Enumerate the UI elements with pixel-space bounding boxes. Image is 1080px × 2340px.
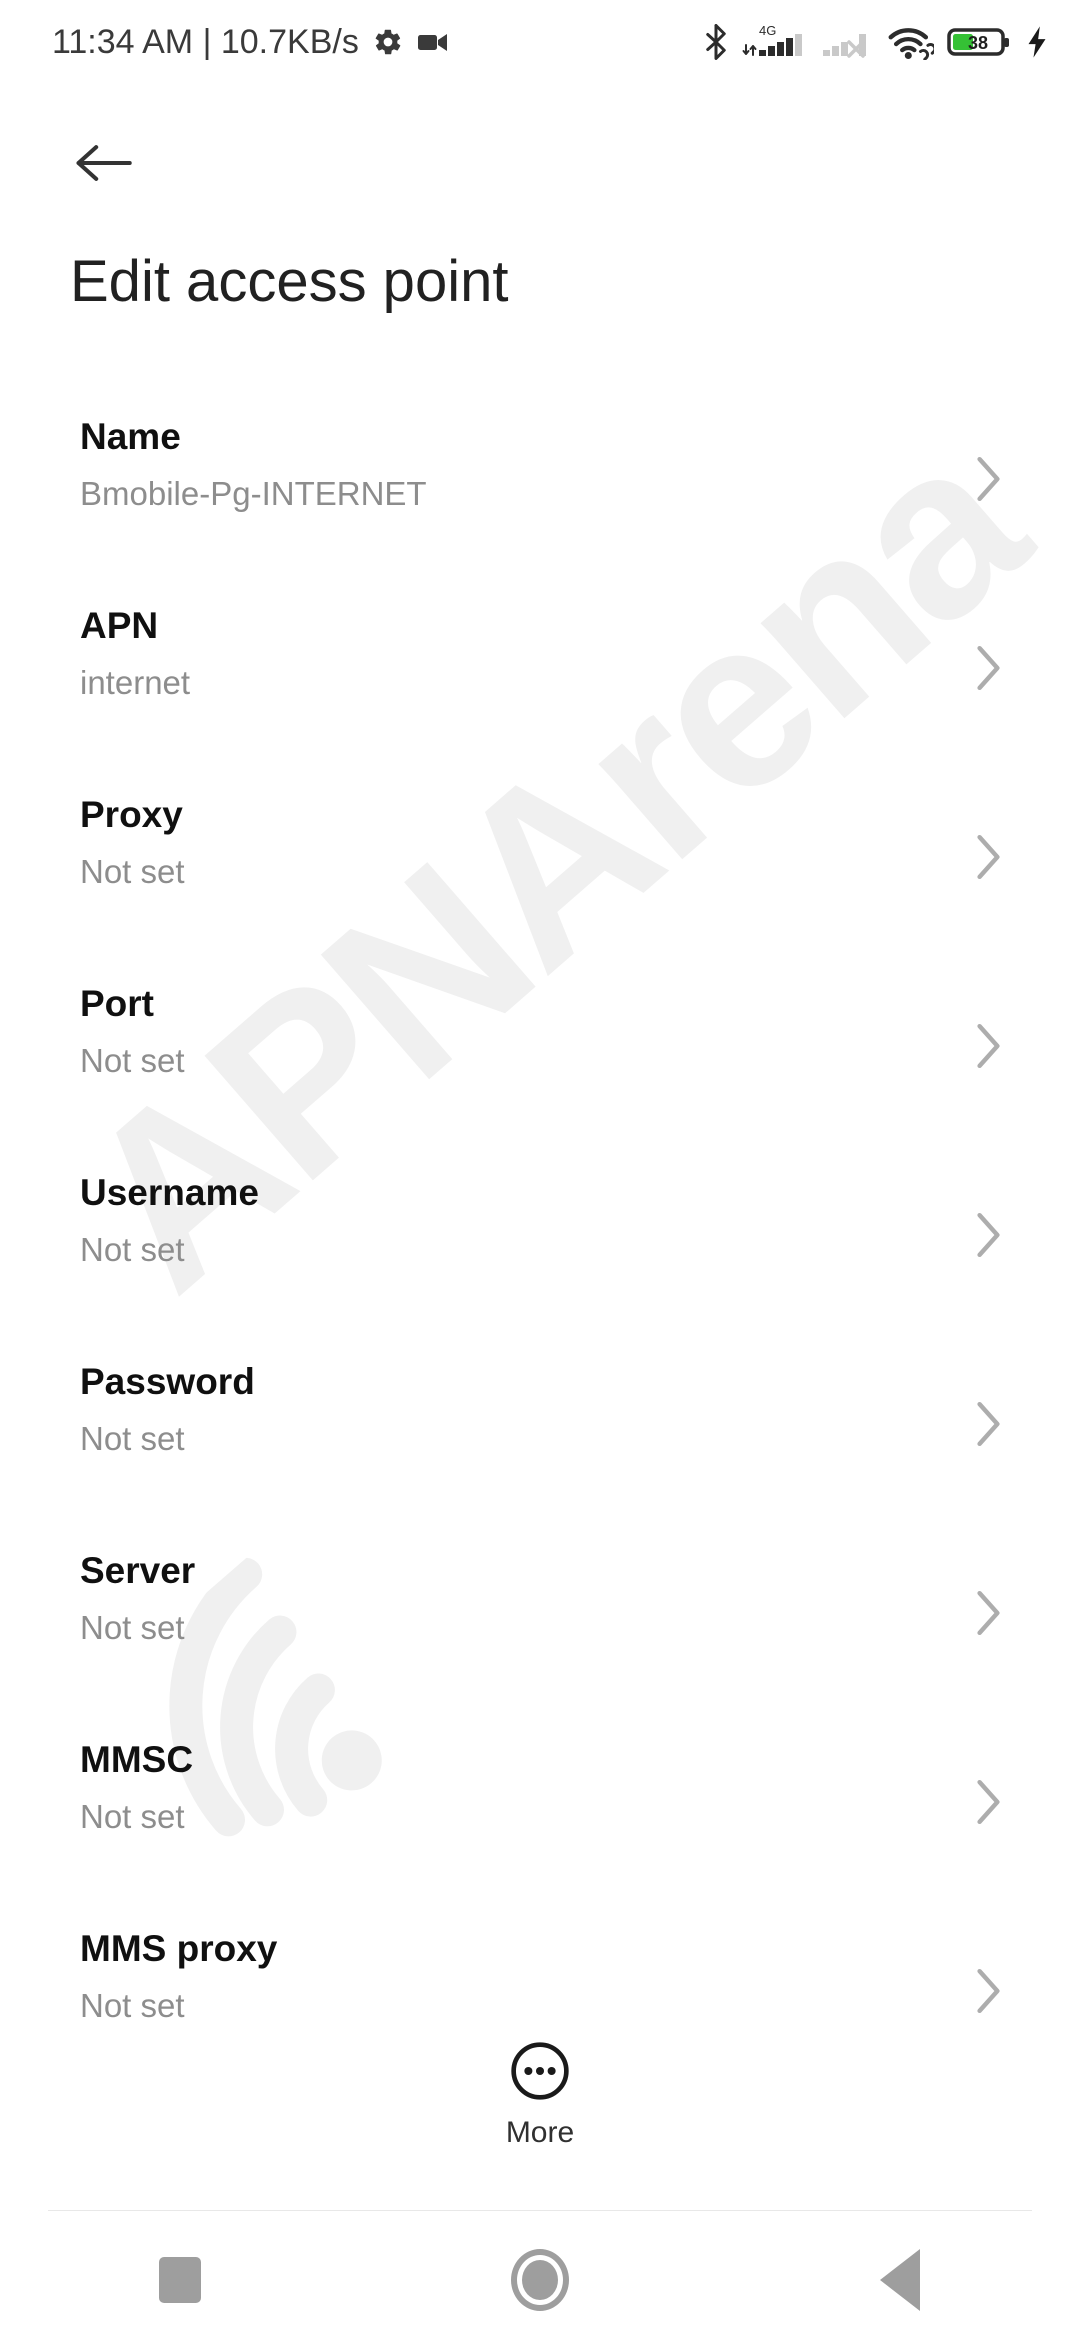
square-icon	[159, 2257, 201, 2303]
gear-icon	[375, 29, 401, 55]
video-camera-icon	[417, 34, 447, 51]
more-dots-circle-icon	[511, 2042, 569, 2100]
nav-home-button[interactable]	[360, 2249, 720, 2311]
list-item[interactable]: Port Not set	[0, 977, 1080, 1166]
chevron-right-icon	[977, 1590, 1000, 1636]
list-item-value: Not set	[80, 1042, 185, 1079]
list-item-value: Not set	[80, 1420, 185, 1457]
list-item-value: Not set	[80, 853, 185, 890]
status-bar: 11:34 AM | 10.7KB/s 4G 38	[0, 0, 1080, 84]
battery-percent-label: 38	[968, 33, 988, 53]
page-title: Edit access point	[70, 249, 509, 314]
circle-icon	[511, 2249, 569, 2311]
more-button[interactable]: More	[0, 2040, 1080, 2150]
charging-bolt-icon	[1028, 26, 1046, 58]
chevron-right-icon	[977, 1023, 1000, 1069]
chevron-right-icon	[977, 1968, 1000, 2014]
chevron-right-icon	[977, 1779, 1000, 1825]
list-item-value: internet	[80, 664, 191, 701]
list-item-title: Username	[80, 1172, 259, 1213]
more-button-label: More	[505, 2116, 575, 2149]
list-item-title: APN	[80, 605, 159, 646]
list-item-title: Name	[80, 416, 181, 457]
list-item-value: Not set	[80, 1231, 185, 1268]
list-item-value: Not set	[80, 1798, 185, 1835]
battery-icon: 38	[947, 28, 1009, 56]
list-item[interactable]: Username Not set	[0, 1166, 1080, 1355]
chevron-right-icon	[977, 456, 1000, 502]
nav-recents-button[interactable]	[0, 2257, 360, 2303]
nav-divider	[48, 2210, 1032, 2211]
list-item-value: Not set	[80, 1609, 185, 1646]
list-item-value: Bmobile-Pg-INTERNET	[80, 475, 427, 512]
mobile-signal-no-service-icon	[823, 34, 866, 58]
status-bar-left: 11:34 AM | 10.7KB/s	[52, 23, 449, 62]
list-item[interactable]: APN internet	[0, 599, 1080, 788]
mobile-signal-4g-icon: 4G	[742, 23, 802, 56]
list-item-title: Port	[80, 983, 154, 1024]
list-item-value: Not set	[80, 1987, 185, 2024]
chevron-right-icon	[977, 1212, 1000, 1258]
circle-inner-icon	[522, 2260, 558, 2300]
status-bar-right: 4G 38	[703, 22, 1050, 62]
wifi-icon	[888, 28, 934, 60]
triangle-left-icon	[880, 2249, 920, 2311]
list-item[interactable]: Password Not set	[0, 1355, 1080, 1544]
chevron-right-icon	[977, 1401, 1000, 1447]
navigation-bar	[0, 2220, 1080, 2340]
arrow-left-icon	[76, 145, 132, 181]
nav-back-button[interactable]	[720, 2249, 1080, 2311]
chevron-right-icon	[977, 834, 1000, 880]
list-item-title: MMSC	[80, 1739, 194, 1780]
list-item[interactable]: Server Not set	[0, 1544, 1080, 1733]
bluetooth-icon	[706, 24, 726, 60]
chevron-right-icon	[977, 645, 1000, 691]
list-item-title: Server	[80, 1550, 196, 1591]
list-item[interactable]: Proxy Not set	[0, 788, 1080, 977]
list-item[interactable]: Name Bmobile-Pg-INTERNET	[0, 410, 1080, 599]
list-item-title: Password	[80, 1361, 255, 1402]
phone-screen: APNArena 11:34 AM | 10.7KB/s 4G 38 Edit …	[0, 0, 1080, 2340]
settings-list: Name Bmobile-Pg-INTERNET APN internet Proxy N…	[0, 410, 1080, 2111]
back-button[interactable]	[70, 128, 140, 198]
network-type-label: 4G	[759, 23, 776, 38]
list-item-title: MMS proxy	[80, 1928, 278, 1969]
status-clock-and-speed: 11:34 AM | 10.7KB/s	[52, 22, 359, 61]
list-item-title: Proxy	[80, 794, 183, 835]
list-item[interactable]: MMSC Not set	[0, 1733, 1080, 1922]
